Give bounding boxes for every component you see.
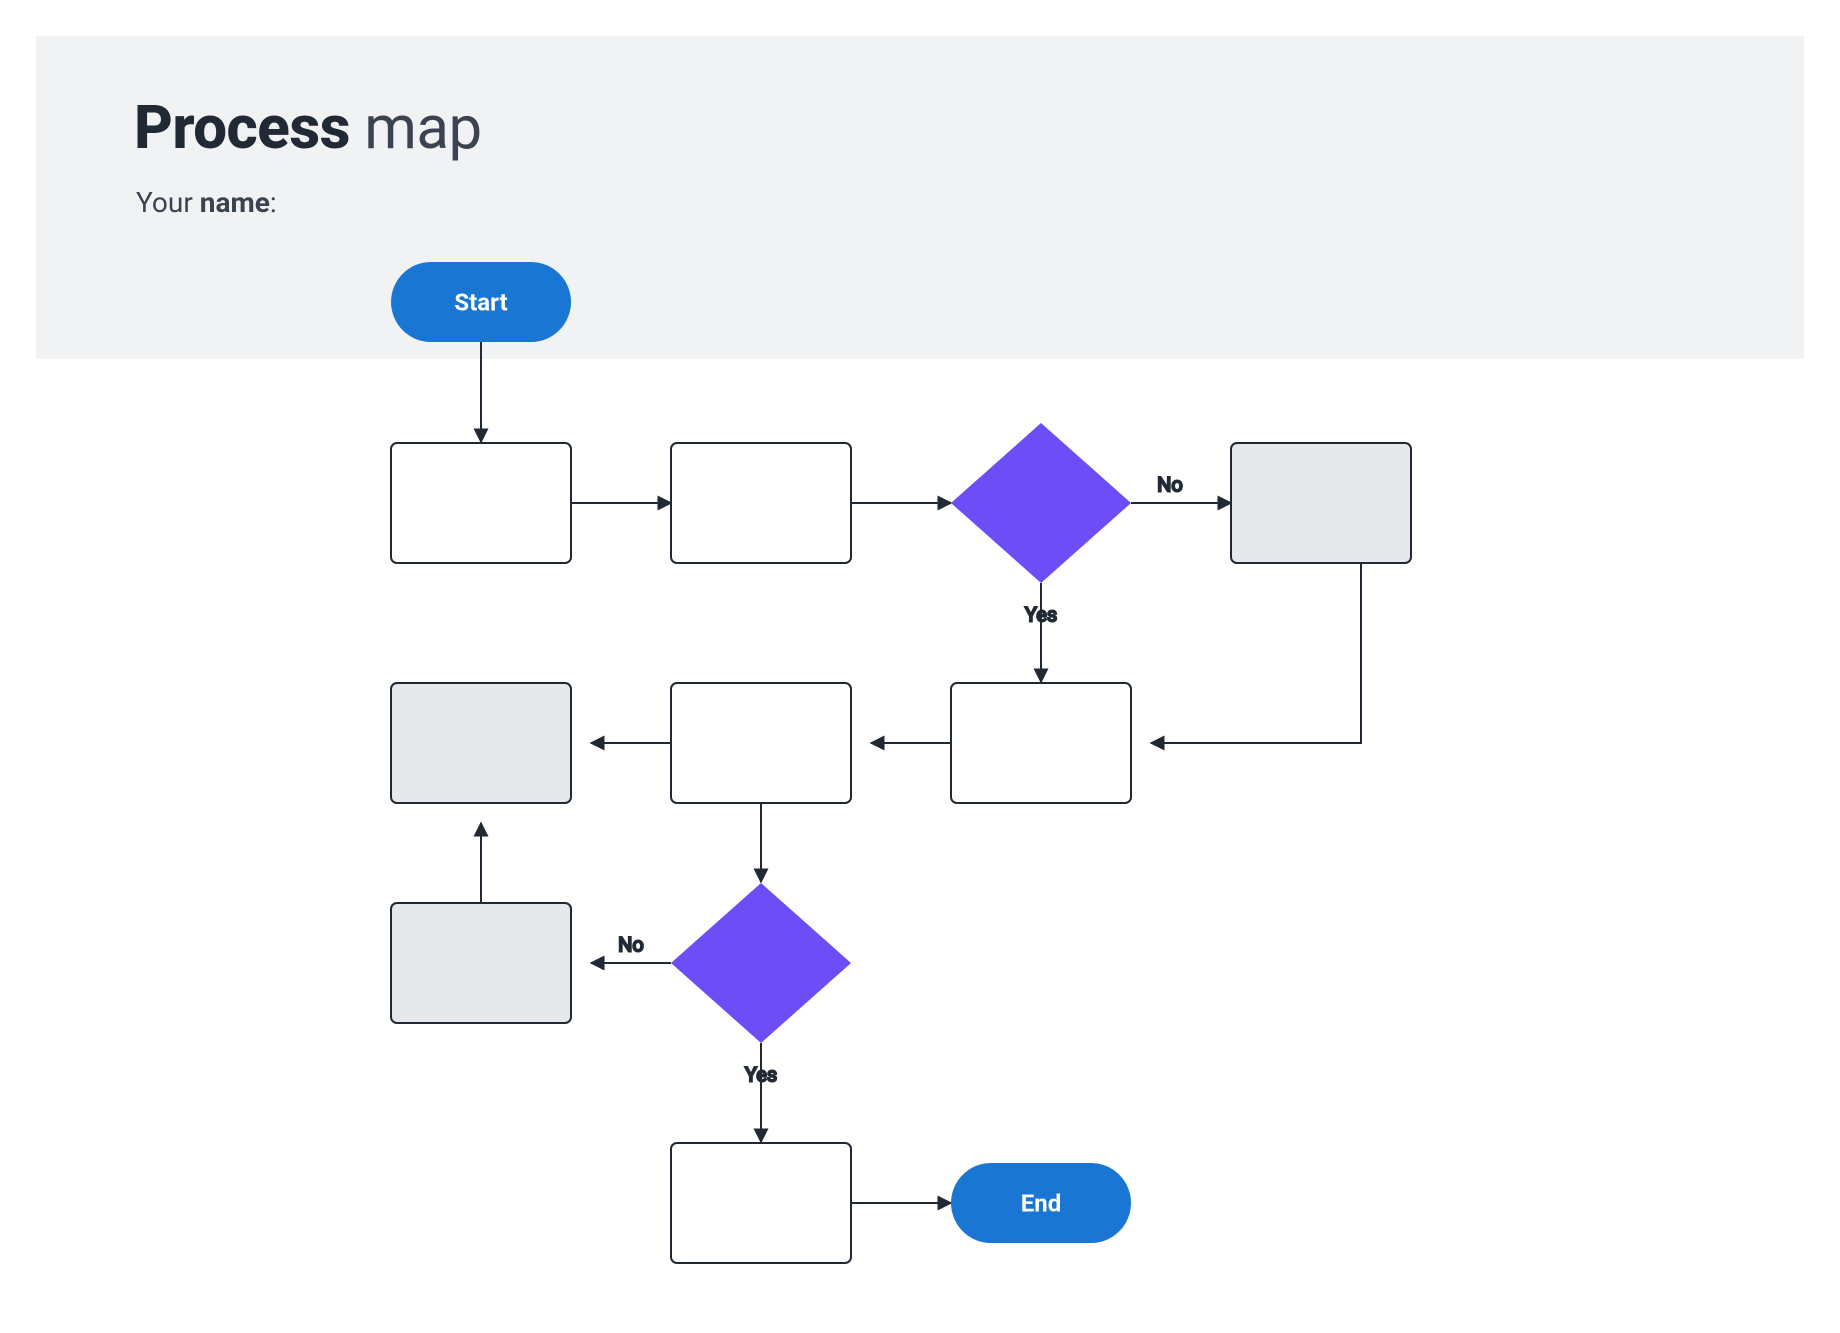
node-start[interactable]: Start	[391, 262, 571, 342]
node-g2[interactable]	[391, 683, 571, 803]
node-end[interactable]: End	[951, 1163, 1131, 1243]
node-start-label: Start	[454, 288, 507, 316]
edge-g1-p3	[1151, 563, 1361, 743]
edge-label-d1-yes: Yes	[1025, 602, 1057, 626]
node-p5[interactable]	[671, 1143, 851, 1263]
edge-label-d2-no: No	[618, 932, 644, 956]
node-p1[interactable]	[391, 443, 571, 563]
node-p4[interactable]	[671, 683, 851, 803]
edges: No Yes No Yes	[481, 342, 1361, 1203]
flowchart: No Yes No Yes Start	[0, 0, 1840, 1333]
node-end-label: End	[1021, 1189, 1061, 1217]
page: Process map Your name: No Yes	[0, 0, 1840, 1333]
edge-label-d1-no: No	[1157, 472, 1183, 496]
node-d2[interactable]	[671, 883, 851, 1043]
edge-label-d2-yes: Yes	[745, 1062, 777, 1086]
node-d1[interactable]	[951, 423, 1131, 583]
node-p2[interactable]	[671, 443, 851, 563]
node-g1[interactable]	[1231, 443, 1411, 563]
node-p3[interactable]	[951, 683, 1131, 803]
node-g3[interactable]	[391, 903, 571, 1023]
